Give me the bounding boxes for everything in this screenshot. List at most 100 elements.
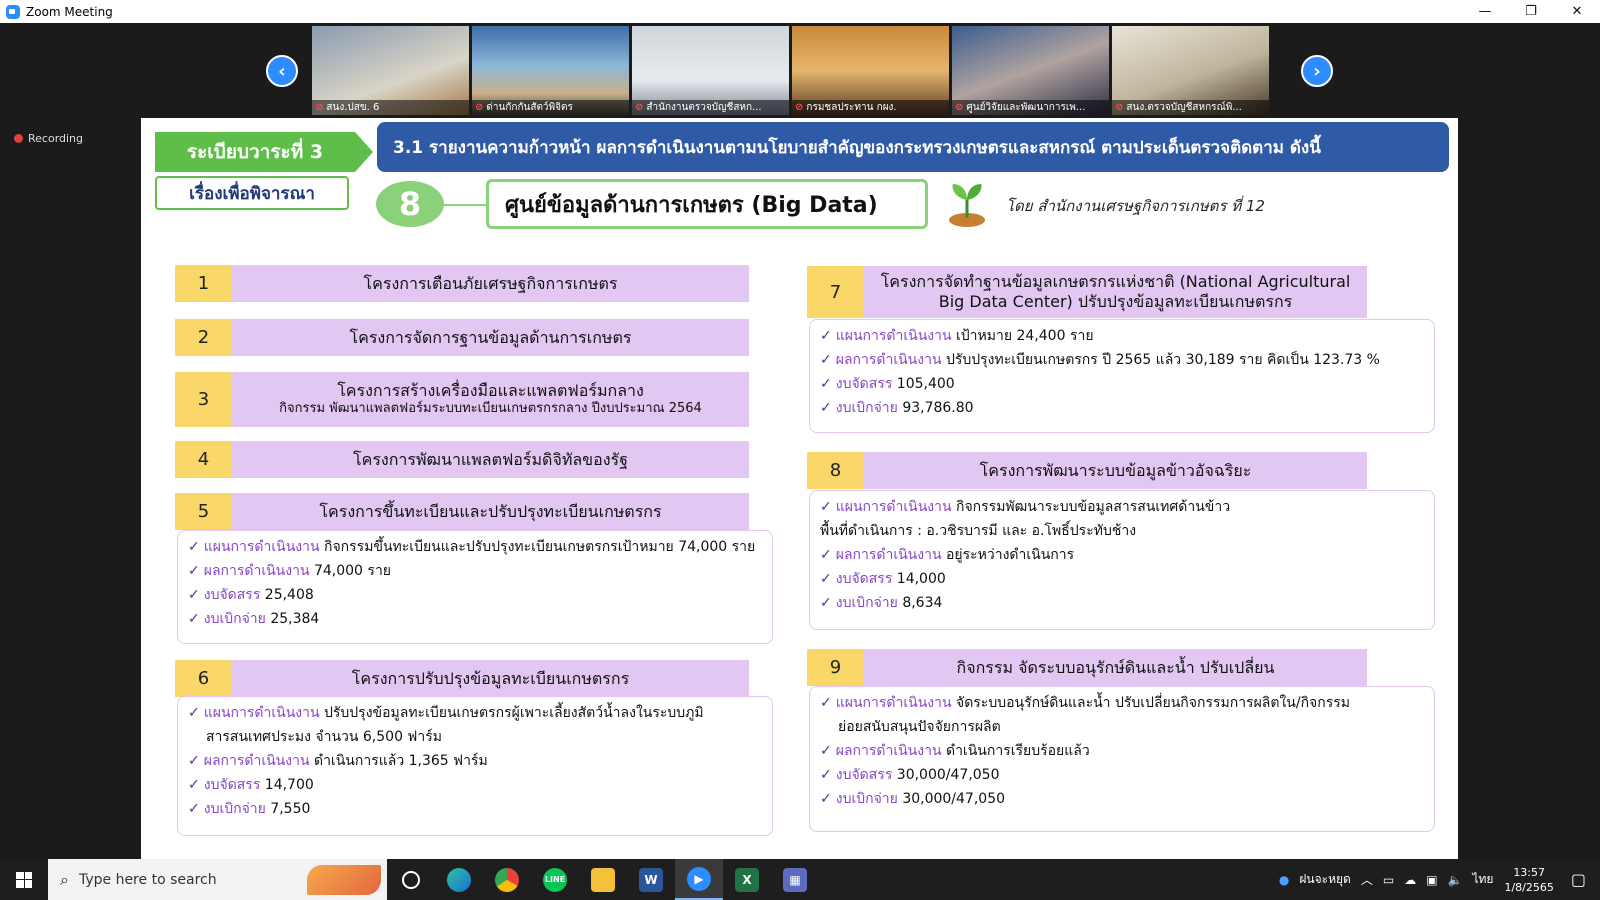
project-bar-2: 2 โครงการจัดการฐานข้อมูลด้านการเกษตร xyxy=(175,319,749,356)
detail-line: ✓ แผนการดำเนินงาน เป้าหมาย 24,400 ราย xyxy=(820,328,1094,344)
calculator-icon: ▦ xyxy=(783,867,807,892)
chevron-up-icon[interactable]: ︿ xyxy=(1361,871,1373,888)
connector-line xyxy=(444,204,486,206)
word-button[interactable]: W xyxy=(627,859,675,900)
check-icon: ✓ xyxy=(188,705,200,721)
detail-line: ✓ ผลการดำเนินงาน อยู่ระหว่างดำเนินการ xyxy=(820,547,1075,563)
detail-line: ✓ แผนการดำเนินงาน กิจกรรมพัฒนาระบบข้อมูลส… xyxy=(820,499,1231,515)
project-bar-4: 4 โครงการพัฒนาแพลตฟอร์มดิจิทัลของรัฐ xyxy=(175,441,749,478)
clock[interactable]: 13:57 1/8/2565 xyxy=(1504,865,1553,895)
project-bar-6: 6 โครงการปรับปรุงข้อมูลทะเบียนเกษตรกร xyxy=(175,660,749,697)
project-title: โครงการสร้างเครื่องมือและแพลตฟอร์มกลาง xyxy=(337,381,644,401)
zoom-button[interactable]: ▶ xyxy=(675,859,723,900)
detail-line: ✓ งบจัดสรร 14,000 xyxy=(820,571,946,587)
project-bar-8: 8 โครงการพัฒนาระบบข้อมูลข้าวอัจฉริยะ xyxy=(807,452,1367,489)
muted-mic-icon: ⊘ xyxy=(315,102,324,113)
word-icon: W xyxy=(639,867,663,892)
search-placeholder: Type here to search xyxy=(78,871,217,888)
muted-mic-icon: ⊘ xyxy=(475,102,484,113)
notifications-icon[interactable]: ▢ xyxy=(1571,870,1586,889)
participant-tile[interactable]: ⊘ สำนักงานตรวจบัญชีสหก... xyxy=(632,26,789,115)
detail-line: ✓ ผลการดำเนินงาน ปรับปรุงทะเบียนเกษตรกร ป… xyxy=(820,352,1380,368)
project-title: โครงการจัดการฐานข้อมูลด้านการเกษตร xyxy=(349,327,632,347)
restore-button[interactable]: ❐ xyxy=(1508,0,1554,23)
consider-tag: เรื่องเพื่อพิจารณา xyxy=(155,176,349,210)
line-button[interactable]: LINE xyxy=(531,859,579,900)
check-icon: ✓ xyxy=(820,400,832,416)
check-icon: ✓ xyxy=(820,571,832,587)
check-icon: ✓ xyxy=(188,563,200,579)
detail-line: พื้นที่ดำเนินการ : อ.วชิรบารมี และ อ.โพธ… xyxy=(820,523,1137,539)
project-title: โครงการพัฒนาระบบข้อมูลข้าวอัจฉริยะ xyxy=(979,460,1252,480)
project-bar-5: 5 โครงการขึ้นทะเบียนและปรับปรุงทะเบียนเก… xyxy=(175,493,749,530)
participant-tile[interactable]: ⊘ สนง.ตรวจบัญชีสหกรณ์พิ... xyxy=(1112,26,1269,115)
project-bar-3: 3 โครงการสร้างเครื่องมือและแพลตฟอร์มกลาง… xyxy=(175,372,749,427)
volume-icon[interactable]: 🔈 xyxy=(1448,873,1463,887)
task-view-button[interactable] xyxy=(387,859,435,900)
close-button[interactable]: ✕ xyxy=(1554,0,1600,23)
onedrive-icon[interactable]: ☁ xyxy=(1404,873,1416,887)
chevron-right-icon: › xyxy=(1313,60,1321,82)
check-icon: ✓ xyxy=(820,595,832,611)
project-number: 5 xyxy=(175,493,232,530)
detail-line: สารสนเทศประมง จำนวน 6,500 ฟาร์ม xyxy=(206,729,442,745)
project-number: 9 xyxy=(807,649,864,686)
chevron-left-icon: ‹ xyxy=(278,60,286,82)
participant-tile[interactable]: ⊘ ด่านกักกันสัตว์พิจิตร xyxy=(472,26,629,115)
weather-label[interactable]: ฝนจะหยุด xyxy=(1299,870,1350,889)
recording-indicator[interactable]: Recording xyxy=(14,132,83,145)
gallery-next-button[interactable]: › xyxy=(1301,55,1333,87)
gallery-prev-button[interactable]: ‹ xyxy=(266,55,298,87)
edge-icon xyxy=(447,867,471,892)
muted-mic-icon: ⊘ xyxy=(955,102,964,113)
meeting-stage: ‹ ⊘ สนง.ปสข. 6 ⊘ ด่านกักกันสัตว์พิจิตร ⊘ สำ… xyxy=(0,23,1600,859)
participant-name: กรมชลประทาน กผง. xyxy=(806,102,897,113)
clock-date: 1/8/2565 xyxy=(1504,880,1554,894)
taskbar-search[interactable]: ⌕ Type here to search xyxy=(48,859,387,900)
check-icon: ✓ xyxy=(820,767,832,783)
project-7-details: ✓ แผนการดำเนินงาน เป้าหมาย 24,400 ราย ✓ ผล… xyxy=(809,319,1435,433)
check-icon: ✓ xyxy=(188,753,200,769)
agenda-tag: ระเบียบวาระที่ 3 xyxy=(155,132,373,172)
network-icon[interactable]: ▣ xyxy=(1426,873,1437,887)
chrome-button[interactable] xyxy=(483,859,531,900)
detail-line: ✓ งบเบิกจ่าย 93,786.80 xyxy=(820,400,974,416)
minimize-button[interactable]: — xyxy=(1462,0,1508,23)
participant-tile[interactable]: ⊘ ศูนย์วิจัยและพัฒนาการเพ... xyxy=(952,26,1109,115)
input-language[interactable]: ไทย xyxy=(1472,870,1493,889)
project-title: โครงการเตือนภัยเศรษฐกิจการเกษตร xyxy=(363,273,618,293)
project-number: 7 xyxy=(807,266,864,318)
project-number: 6 xyxy=(175,660,232,697)
search-icon: ⌕ xyxy=(60,869,69,889)
detail-line: ✓ งบเบิกจ่าย 30,000/47,050 xyxy=(820,791,1006,807)
start-button[interactable] xyxy=(0,859,48,900)
project-title: โครงการปรับปรุงข้อมูลทะเบียนเกษตรกร xyxy=(351,668,630,688)
excel-button[interactable]: X xyxy=(723,859,771,900)
detail-line: ✓ งบจัดสรร 30,000/47,050 xyxy=(820,767,1000,783)
item-title: ศูนย์ข้อมูลด้านการเกษตร (Big Data) xyxy=(486,179,928,229)
file-explorer-button[interactable] xyxy=(579,859,627,900)
line-icon: LINE xyxy=(543,867,567,892)
detail-line: ✓ ผลการดำเนินงาน ดำเนินการเรียบร้อยแล้ว xyxy=(820,743,1090,759)
project-number: 8 xyxy=(807,452,864,489)
participant-name: ด่านกักกันสัตว์พิจิตร xyxy=(486,102,573,113)
participant-name: สนง.ตรวจบัญชีสหกรณ์พิ... xyxy=(1126,102,1242,113)
check-icon: ✓ xyxy=(188,611,200,627)
participant-gallery: ⊘ สนง.ปสข. 6 ⊘ ด่านกักกันสัตว์พิจิตร ⊘ สำนั… xyxy=(312,26,1269,115)
plant-icon xyxy=(949,184,985,227)
edge-button[interactable] xyxy=(435,859,483,900)
calculator-button[interactable]: ▦ xyxy=(771,859,819,900)
meet-now-icon[interactable]: ▭ xyxy=(1383,873,1394,887)
participant-tile[interactable]: ⊘ กรมชลประทาน กผง. xyxy=(792,26,949,115)
detail-line: ✓ แผนการดำเนินงาน กิจกรรมขึ้นทะเบียนและปร… xyxy=(188,539,756,555)
weather-icon[interactable]: ● xyxy=(1279,873,1289,887)
project-title: กิจกรรม จัดระบบอนุรักษ์ดินและน้ำ ปรับเปล… xyxy=(956,657,1275,677)
project-subtitle: กิจกรรม พัฒนาแพลตฟอร์มระบบทะเบียนเกษตรกร… xyxy=(279,401,702,417)
detail-line: ✓ งบเบิกจ่าย 7,550 xyxy=(188,801,311,817)
project-5-details: ✓ แผนการดำเนินงาน กิจกรรมขึ้นทะเบียนและปร… xyxy=(177,530,773,644)
detail-line: ✓ งบจัดสรร 25,408 xyxy=(188,587,314,603)
folder-icon xyxy=(591,867,615,892)
task-view-icon xyxy=(402,870,420,889)
participant-tile[interactable]: ⊘ สนง.ปสข. 6 xyxy=(312,26,469,115)
detail-line: ✓ งบเบิกจ่าย 8,634 xyxy=(820,595,943,611)
